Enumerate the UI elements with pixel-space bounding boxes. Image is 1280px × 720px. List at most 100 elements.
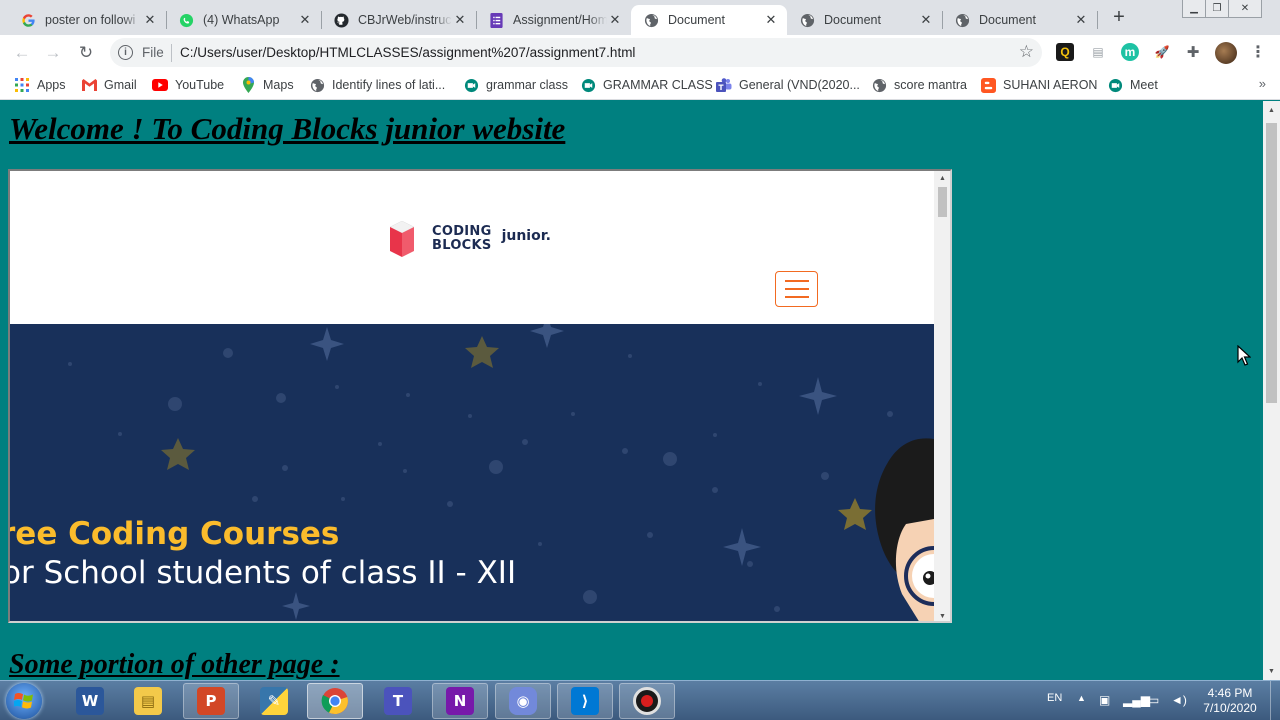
- youtube-icon: [152, 77, 168, 93]
- language-indicator[interactable]: EN: [1047, 692, 1062, 704]
- scroll-up-arrow-icon[interactable]: ▲: [1263, 103, 1280, 117]
- windows-logo-icon: [14, 693, 33, 709]
- tab-github[interactable]: CBJrWeb/instruct ✕: [321, 5, 476, 35]
- page-title: Welcome ! To Coding Blocks junior websit…: [9, 111, 566, 146]
- close-window-button[interactable]: ✕: [1228, 0, 1262, 18]
- bookmark-label: Apps: [37, 78, 66, 92]
- python-idle-icon: ✎: [260, 687, 288, 715]
- tab-strip: poster on followi ✕ (4) WhatsApp ✕ CBJrW…: [0, 0, 1280, 35]
- bookmark-meet[interactable]: Meet: [1107, 76, 1158, 94]
- bookmark-label: Gmail: [104, 78, 137, 92]
- bookmark-suhani-aeron[interactable]: SUHANI AERON: [980, 76, 1097, 94]
- close-icon[interactable]: ✕: [142, 12, 158, 28]
- forward-button[interactable]: →: [41, 41, 65, 65]
- window-controls: ▁ ❐ ✕: [1182, 0, 1262, 18]
- apps-grid-icon: [14, 77, 30, 93]
- tab-title: Document: [979, 13, 1036, 27]
- profile-avatar[interactable]: [1215, 42, 1237, 64]
- iframe-scroll-thumb[interactable]: [938, 187, 947, 217]
- meet-icon: [580, 77, 596, 93]
- page-scroll-thumb[interactable]: [1266, 123, 1277, 403]
- start-button[interactable]: [6, 683, 42, 719]
- bookmark-general-teams[interactable]: General (VND(2020...: [716, 76, 860, 94]
- obs-icon: [633, 687, 661, 715]
- close-icon[interactable]: ✕: [1073, 12, 1089, 28]
- tab-document-active[interactable]: Document ✕: [631, 5, 787, 35]
- bookmark-star-icon[interactable]: ☆: [1019, 42, 1034, 62]
- extension-icon-m[interactable]: m: [1121, 43, 1139, 61]
- menu-kebab-icon[interactable]: ⋮: [1249, 43, 1267, 61]
- back-button[interactable]: ←: [10, 41, 34, 65]
- tab-title: Document: [668, 13, 725, 27]
- taskbar-python-idle[interactable]: ✎: [246, 683, 302, 719]
- hamburger-menu-button[interactable]: [775, 271, 818, 307]
- close-icon[interactable]: ✕: [763, 12, 779, 28]
- restore-button[interactable]: ❐: [1205, 0, 1229, 18]
- system-clock[interactable]: 4:46 PM 7/10/2020: [1198, 686, 1262, 716]
- taskbar-obs[interactable]: [619, 683, 675, 719]
- page-scrollbar[interactable]: ▲ ▼: [1263, 101, 1280, 680]
- reload-button[interactable]: ↻: [74, 41, 98, 65]
- teams-tray-icon[interactable]: ▣: [1099, 693, 1110, 707]
- bookmark-identify-lines[interactable]: Identify lines of lati...: [309, 76, 445, 94]
- bookmark-grammar-class[interactable]: grammar class: [463, 76, 568, 94]
- rocket-extension-icon[interactable]: 🚀: [1153, 43, 1171, 61]
- mascot-character: [875, 438, 934, 621]
- scroll-up-arrow-icon[interactable]: ▲: [934, 171, 950, 185]
- taskbar-onenote[interactable]: N: [432, 683, 488, 719]
- bookmark-label: grammar class: [486, 78, 568, 92]
- close-icon[interactable]: ✕: [607, 12, 623, 28]
- taskbar-chrome[interactable]: [307, 683, 363, 719]
- tab-document-2[interactable]: Document ✕: [787, 5, 942, 35]
- hero-headline: ree Coding Courses: [10, 516, 340, 552]
- tab-assignment[interactable]: Assignment/Hom ✕: [476, 5, 631, 35]
- taskbar-word[interactable]: W: [62, 683, 118, 719]
- bookmark-grammar-class-2[interactable]: GRAMMAR CLASS: [580, 76, 713, 94]
- bookmark-apps[interactable]: Apps: [14, 76, 66, 94]
- bookmark-maps[interactable]: Maps: [240, 76, 294, 94]
- show-hidden-icons-chevron-icon[interactable]: ▲: [1077, 693, 1086, 703]
- tab-poster[interactable]: poster on followi ✕: [8, 5, 166, 35]
- bookmark-youtube[interactable]: YouTube: [152, 76, 224, 94]
- taskbar-vscode[interactable]: ⟩: [557, 683, 613, 719]
- bookmarks-overflow-icon[interactable]: »: [1259, 76, 1266, 91]
- tab-document-3[interactable]: Document ✕: [942, 5, 1097, 35]
- url-text[interactable]: C:/Users/user/Desktop/HTMLCLASSES/assign…: [180, 45, 635, 60]
- bookmark-label: Meet: [1130, 78, 1158, 92]
- bookmark-score-mantra[interactable]: score mantra: [871, 76, 967, 94]
- extensions-puzzle-icon[interactable]: ✚: [1184, 43, 1202, 61]
- url-scheme: File: [142, 45, 164, 60]
- bookmark-gmail[interactable]: Gmail: [81, 76, 137, 94]
- globe-icon: [643, 12, 659, 28]
- taskbar-discord[interactable]: ◉: [495, 683, 551, 719]
- bookmark-label: YouTube: [175, 78, 225, 92]
- new-tab-button[interactable]: +: [1108, 7, 1130, 29]
- taskbar-powerpoint[interactable]: P: [183, 683, 239, 719]
- close-icon[interactable]: ✕: [918, 12, 934, 28]
- extension-icon-1[interactable]: Q: [1056, 43, 1074, 61]
- minimize-button[interactable]: ▁: [1182, 0, 1206, 18]
- close-icon[interactable]: ✕: [297, 12, 313, 28]
- bookmark-label: score mantra: [894, 78, 967, 92]
- coding-blocks-junior-logo[interactable]: CODING BLOCKS junior.: [389, 220, 551, 257]
- network-signal-icon[interactable]: ▂▄▆: [1123, 693, 1150, 707]
- bookmarks-bar: Apps Gmail YouTube Maps Identify lines o…: [0, 70, 1280, 100]
- bookmark-label: SUHANI AERON: [1003, 78, 1098, 92]
- volume-icon[interactable]: ◄): [1171, 693, 1187, 707]
- powerpoint-icon: P: [197, 687, 225, 715]
- address-bar[interactable]: i File C:/Users/user/Desktop/HTMLCLASSES…: [110, 38, 1042, 67]
- power-icon[interactable]: ▭: [1148, 693, 1159, 707]
- taskbar-teams[interactable]: T: [370, 683, 426, 719]
- taskbar-file-explorer[interactable]: ▤: [120, 683, 176, 719]
- site-info-icon[interactable]: i: [118, 45, 133, 60]
- iframe-scrollbar[interactable]: ▲ ▼: [934, 171, 950, 621]
- show-desktop-button[interactable]: [1270, 681, 1280, 720]
- vscode-icon: ⟩: [571, 687, 599, 715]
- scroll-down-arrow-icon[interactable]: ▼: [934, 609, 950, 621]
- scroll-down-arrow-icon[interactable]: ▼: [1263, 664, 1280, 678]
- logo-line1: CODING: [432, 224, 492, 239]
- tab-whatsapp[interactable]: (4) WhatsApp ✕: [166, 5, 321, 35]
- reader-mode-icon[interactable]: ▤: [1089, 43, 1107, 61]
- close-icon[interactable]: ✕: [452, 12, 468, 28]
- embedded-iframe[interactable]: CODING BLOCKS junior. ree Coding Courses…: [8, 169, 952, 623]
